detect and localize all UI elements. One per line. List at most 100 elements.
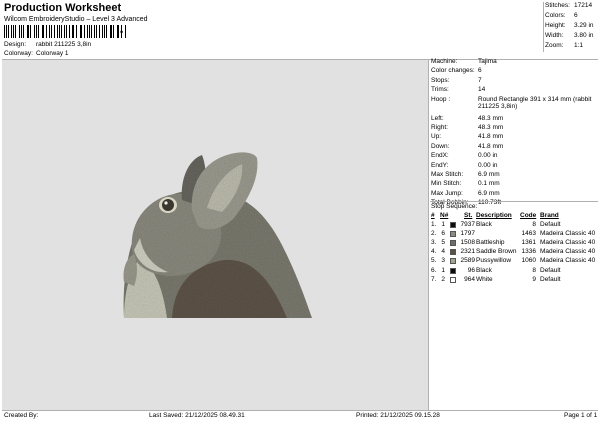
col-stitches: St. [464, 212, 473, 219]
thread-color-swatch [450, 276, 456, 283]
info-stops: Stops: 7 [431, 76, 482, 84]
thread-color-swatch [450, 231, 456, 238]
row-stitches: 1797 [460, 230, 475, 238]
info-machine: Machine: Tajima [431, 58, 497, 65]
stop-sequence-title: Stop Sequence: [431, 203, 478, 210]
row-needle: 2 [441, 275, 445, 283]
stats-panel: Stitches: 17214 Colors: 6 Height: 3.29 in W… [543, 2, 598, 52]
col-description: Description [476, 212, 512, 219]
row-needle: 3 [441, 257, 445, 265]
software-name: Wilcom EmbroideryStudio – Level 3 Advanc… [4, 16, 148, 23]
thread-color-swatch [450, 249, 456, 256]
row-brand: Madeira Classic 40 [540, 248, 596, 256]
stat-height: Height: 3.29 in [545, 22, 594, 29]
row-description: Battleship [476, 239, 505, 247]
sequence-row: 1. 1 7937 Black 8 Default [431, 221, 597, 230]
sequence-row: 7. 2 964 White 9 Default [431, 276, 597, 285]
printed-date: Printed: 21/12/2025 09.15.28 [356, 412, 440, 419]
row-stitches: 2589 [460, 257, 475, 265]
row-description: Black [476, 266, 492, 274]
row-needle: 1 [441, 266, 445, 274]
thread-color-swatch [450, 267, 456, 274]
sequence-row: 3. 5 1508 Battleship 1361 Madeira Classic 40 [431, 239, 597, 248]
footer-divider [2, 410, 598, 411]
row-num: 7. [431, 275, 437, 283]
row-stitches: 2321 [460, 248, 475, 256]
col-code: Code [520, 212, 537, 219]
stat-colors: Colors: 6 [545, 12, 578, 19]
info-min-stitch: Min Stitch: 0.1 mm [431, 180, 500, 188]
machine-info-panel: Machine: Tajima Color changes: 6 Stops: 7 T… [430, 58, 598, 208]
col-num: # [431, 212, 435, 219]
design-label: Design: [4, 41, 27, 48]
row-description: Pussywillow [476, 257, 512, 265]
info-up: Up: 41.8 mm [431, 133, 504, 141]
row-stitches: 964 [464, 275, 475, 283]
row-brand: Default [540, 275, 561, 283]
sequence-row: 4. 4 2321 Saddle Brown 1336 Madeira Classic 4… [431, 248, 597, 257]
design-name: rabbit 211225 3,8in [36, 41, 92, 48]
row-code: 8 [532, 266, 536, 274]
row-code: 9 [532, 275, 536, 283]
row-brand: Default [540, 266, 561, 274]
info-left: Left: 48.3 mm [431, 114, 504, 122]
barcode [4, 25, 126, 38]
info-endx: EndX: 0.00 in [431, 152, 498, 160]
row-brand: Madeira Classic 40 [540, 239, 596, 247]
row-brand: Madeira Classic 40 [540, 230, 596, 238]
thread-color-swatch [450, 258, 456, 265]
info-right: Right: 48.3 mm [431, 123, 504, 131]
info-max-stitch: Max Stitch: 6.9 mm [431, 170, 500, 178]
row-num: 5. [431, 257, 437, 265]
row-code: 8 [532, 221, 536, 229]
row-stitches: 1508 [460, 239, 475, 247]
info-trims: Trims: 14 [431, 86, 486, 94]
row-description: White [476, 275, 493, 283]
info-down: Down: 41.8 mm [431, 142, 504, 150]
sequence-divider [430, 201, 598, 202]
info-endy: EndY: 0.00 in [431, 161, 498, 169]
sequence-row: 5. 3 2589 Pussywillow 1060 Madeira Classic 40 [431, 257, 597, 266]
colorway-name: Colorway 1 [36, 50, 69, 57]
thread-color-swatch [450, 240, 456, 247]
stat-width: Width: 3.80 in [545, 32, 594, 39]
col-needle: N# [440, 212, 449, 219]
info-max-jump: Max Jump: 6.9 mm [431, 189, 500, 197]
row-description: Saddle Brown [476, 248, 517, 256]
row-num: 1. [431, 221, 437, 229]
barcode-text: * [120, 29, 124, 38]
worksheet-title: Production Worksheet [4, 2, 122, 14]
row-needle: 6 [441, 230, 445, 238]
row-needle: 4 [441, 248, 445, 256]
stat-zoom: Zoom: 1:1 [545, 42, 584, 49]
row-brand: Default [540, 221, 561, 229]
sequence-row: 2. 6 1797 1463 Madeira Classic 40 [431, 230, 597, 239]
sequence-header-row: # N# St. Description Code Brand [431, 212, 597, 221]
row-code: 1463 [521, 230, 536, 238]
row-needle: 5 [441, 239, 445, 247]
stop-sequence-table: # N# St. Description Code Brand 1. 1 7937 B… [431, 212, 597, 285]
info-hoop: Hoop : Round Rectangle 391 x 314 mm (rabb… [431, 95, 592, 110]
row-needle: 1 [441, 221, 445, 229]
col-brand: Brand [540, 212, 559, 219]
row-stitches: 7937 [460, 221, 475, 229]
row-code: 1060 [521, 257, 536, 265]
row-num: 4. [431, 248, 437, 256]
row-code: 1361 [521, 239, 536, 247]
thread-color-swatch [450, 222, 456, 229]
page-number: Page 1 of 1 [564, 412, 598, 419]
row-num: 6. [431, 266, 437, 274]
row-num: 2. [431, 230, 437, 238]
row-num: 3. [431, 239, 437, 247]
created-by: Created By: [4, 412, 39, 419]
sequence-row: 6. 1 96 Black 8 Default [431, 267, 597, 276]
row-code: 1336 [521, 248, 536, 256]
last-saved: Last Saved: 21/12/2025 08.49.31 [149, 412, 245, 419]
colorway-label: Colorway: [4, 50, 33, 57]
row-description: Black [476, 221, 492, 229]
rabbit-embroidery-image [123, 152, 312, 318]
row-brand: Madeira Classic 40 [540, 257, 596, 265]
info-color-changes: Color changes: 6 [431, 67, 482, 75]
row-stitches: 96 [467, 266, 475, 274]
design-preview [2, 60, 429, 410]
